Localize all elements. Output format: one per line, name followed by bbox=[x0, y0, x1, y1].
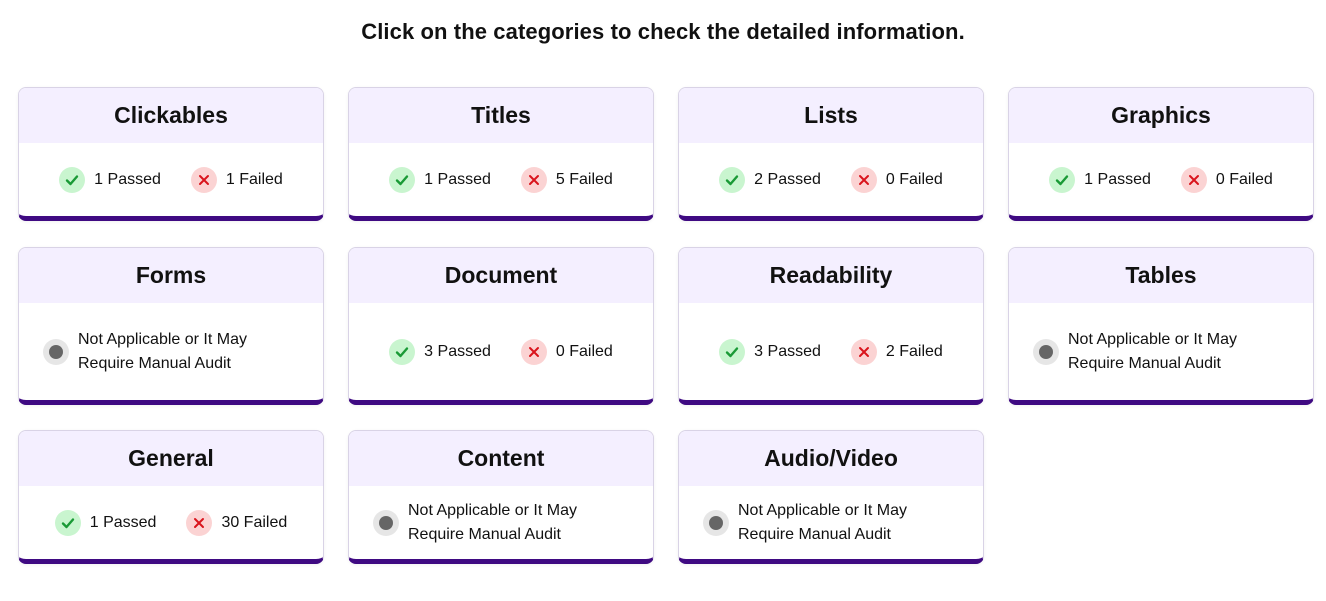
check-icon bbox=[389, 166, 416, 193]
failed-stat: 0 Failed bbox=[1180, 166, 1273, 193]
card-title: Document bbox=[349, 248, 653, 303]
failed-label: 30 Failed bbox=[221, 513, 288, 531]
card-title: Tables bbox=[1009, 248, 1313, 303]
category-card-graphics[interactable]: Graphics 1 Passed 0 Failed bbox=[1008, 87, 1314, 221]
failed-stat: 5 Failed bbox=[520, 166, 613, 193]
category-card-lists[interactable]: Lists 2 Passed 0 Failed bbox=[678, 87, 984, 221]
cross-icon bbox=[850, 166, 877, 193]
card-title: Clickables bbox=[19, 88, 323, 143]
category-card-audio-video[interactable]: Audio/Video Not Applicable or It May Req… bbox=[678, 430, 984, 564]
cross-icon bbox=[1180, 166, 1207, 193]
card-body: Not Applicable or It May Require Manual … bbox=[679, 486, 983, 559]
card-title: Content bbox=[349, 431, 653, 486]
passed-label: 2 Passed bbox=[754, 170, 821, 188]
passed-label: 1 Passed bbox=[94, 170, 161, 188]
card-title: Lists bbox=[679, 88, 983, 143]
cross-icon bbox=[186, 509, 213, 536]
card-body: 1 Passed 5 Failed bbox=[349, 143, 653, 216]
check-icon bbox=[54, 509, 81, 536]
category-card-clickables[interactable]: Clickables 1 Passed 1 Failed bbox=[18, 87, 324, 221]
category-card-titles[interactable]: Titles 1 Passed 5 Failed bbox=[348, 87, 654, 221]
passed-stat: 2 Passed bbox=[719, 166, 821, 193]
card-body: 1 Passed 30 Failed bbox=[19, 486, 323, 559]
failed-stat: 2 Failed bbox=[850, 338, 943, 365]
cross-icon bbox=[190, 166, 217, 193]
failed-stat: 30 Failed bbox=[186, 509, 288, 536]
category-card-document[interactable]: Document 3 Passed 0 Failed bbox=[348, 247, 654, 405]
card-body: Not Applicable or It May Require Manual … bbox=[349, 486, 653, 559]
cross-icon bbox=[520, 166, 547, 193]
not-applicable-icon bbox=[1033, 338, 1059, 365]
cross-icon bbox=[850, 338, 877, 365]
not-applicable-icon bbox=[373, 509, 399, 536]
card-title: Audio/Video bbox=[679, 431, 983, 486]
cross-icon bbox=[520, 338, 547, 365]
card-title: Graphics bbox=[1009, 88, 1313, 143]
check-icon bbox=[389, 338, 416, 365]
card-body: 1 Passed 0 Failed bbox=[1009, 143, 1313, 216]
check-icon bbox=[59, 166, 86, 193]
passed-stat: 3 Passed bbox=[719, 338, 821, 365]
not-applicable-icon bbox=[703, 509, 729, 536]
passed-label: 1 Passed bbox=[424, 170, 491, 188]
passed-stat: 3 Passed bbox=[389, 338, 491, 365]
passed-label: 3 Passed bbox=[424, 342, 491, 360]
card-title: Forms bbox=[19, 248, 323, 303]
not-applicable-note: Not Applicable or It May Require Manual … bbox=[738, 501, 907, 543]
failed-label: 2 Failed bbox=[885, 342, 943, 360]
passed-stat: 1 Passed bbox=[54, 509, 157, 536]
card-title: Readability bbox=[679, 248, 983, 303]
failed-stat: 0 Failed bbox=[850, 166, 943, 193]
failed-stat: 0 Failed bbox=[520, 338, 613, 365]
category-card-readability[interactable]: Readability 3 Passed 2 Failed bbox=[678, 247, 984, 405]
not-applicable-note: Not Applicable or It May Require Manual … bbox=[408, 501, 577, 543]
card-title: General bbox=[19, 431, 323, 486]
not-applicable-icon bbox=[43, 338, 69, 365]
card-body: 3 Passed 2 Failed bbox=[679, 303, 983, 400]
check-icon bbox=[719, 166, 746, 193]
failed-label: 1 Failed bbox=[225, 170, 283, 188]
failed-label: 5 Failed bbox=[555, 170, 613, 188]
not-applicable-note: Not Applicable or It May Require Manual … bbox=[1068, 330, 1237, 372]
card-body: Not Applicable or It May Require Manual … bbox=[1009, 303, 1313, 400]
card-body: Not Applicable or It May Require Manual … bbox=[19, 303, 323, 400]
category-card-tables[interactable]: Tables Not Applicable or It May Require … bbox=[1008, 247, 1314, 405]
card-body: 2 Passed 0 Failed bbox=[679, 143, 983, 216]
card-title: Titles bbox=[349, 88, 653, 143]
failed-label: 0 Failed bbox=[885, 170, 943, 188]
card-body: 3 Passed 0 Failed bbox=[349, 303, 653, 400]
not-applicable-note: Not Applicable or It May Require Manual … bbox=[78, 330, 247, 372]
category-card-content[interactable]: Content Not Applicable or It May Require… bbox=[348, 430, 654, 564]
card-body: 1 Passed 1 Failed bbox=[19, 143, 323, 216]
category-card-forms[interactable]: Forms Not Applicable or It May Require M… bbox=[18, 247, 324, 405]
category-card-general[interactable]: General 1 Passed 30 Failed bbox=[18, 430, 324, 564]
check-icon bbox=[1049, 166, 1076, 193]
passed-label: 1 Passed bbox=[89, 513, 157, 531]
passed-label: 1 Passed bbox=[1084, 170, 1151, 188]
passed-stat: 1 Passed bbox=[1049, 166, 1151, 193]
category-grid: Clickables 1 Passed 1 Failed Titles 1 Pa… bbox=[0, 0, 1326, 601]
failed-label: 0 Failed bbox=[555, 342, 613, 360]
check-icon bbox=[719, 338, 746, 365]
passed-stat: 1 Passed bbox=[59, 166, 161, 193]
passed-label: 3 Passed bbox=[754, 342, 821, 360]
failed-stat: 1 Failed bbox=[190, 166, 283, 193]
passed-stat: 1 Passed bbox=[389, 166, 491, 193]
failed-label: 0 Failed bbox=[1215, 170, 1273, 188]
